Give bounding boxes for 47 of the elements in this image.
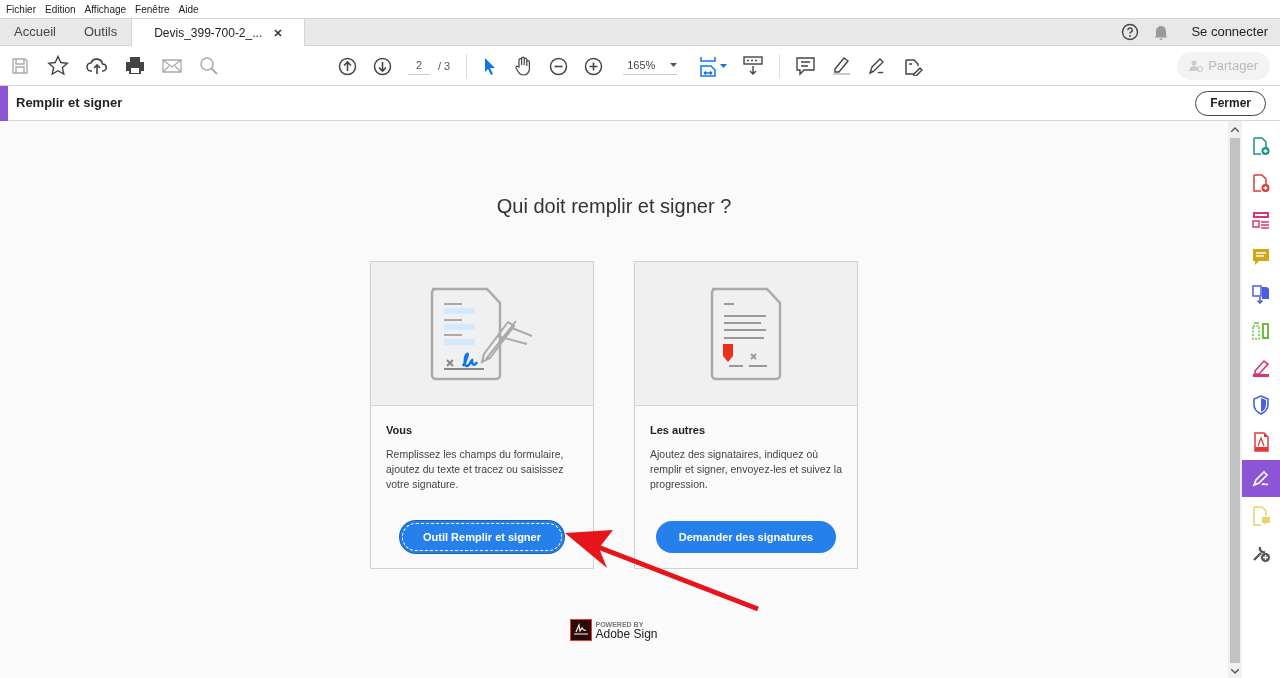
menu-item[interactable]: Fichier <box>6 1 36 17</box>
document-edit-icon[interactable] <box>903 56 924 76</box>
tab[interactable]: Devis_399-700-2_... <box>131 19 306 46</box>
keyboard-download-icon[interactable] <box>743 56 764 76</box>
zoom-in-icon[interactable] <box>584 56 604 76</box>
card-description: Ajoutez des signataires, indiquez où remplir et signer, envoyez-les et suivez la progression. <box>650 446 842 492</box>
action-button[interactable]: Outil Remplir et signer <box>400 520 564 553</box>
caret-icon <box>720 64 728 68</box>
card-title: Les autres <box>650 423 707 438</box>
card-title: Vous <box>386 423 414 438</box>
adobe-sign-logo-icon <box>570 619 593 641</box>
comment-icon[interactable] <box>796 56 816 76</box>
page-total: / 3 <box>438 58 451 74</box>
page-number-field[interactable]: 2 <box>408 57 430 75</box>
menu-item[interactable]: Fenêtre <box>135 1 170 17</box>
menu-item[interactable]: Edition <box>45 1 76 17</box>
brand-name: Adobe Sign <box>595 627 658 640</box>
heading: Qui doit remplir et signer ? <box>496 194 732 219</box>
accent-bar <box>0 85 8 121</box>
scrollbar[interactable] <box>1228 121 1242 678</box>
highlighter-icon[interactable] <box>831 56 852 76</box>
menu-item[interactable]: Aide <box>178 1 199 17</box>
user-icon <box>1189 59 1204 72</box>
arrow-up-circle-icon[interactable] <box>338 56 357 76</box>
tab[interactable]: Outils <box>69 19 132 45</box>
tool-item[interactable] <box>1242 460 1280 497</box>
star-icon[interactable] <box>47 55 69 76</box>
caret-icon <box>670 63 678 67</box>
print-icon[interactable] <box>125 56 145 75</box>
action-button[interactable]: Demander des signatures <box>655 520 837 553</box>
menu-item[interactable]: Affichage <box>84 1 127 17</box>
tab[interactable]: Accueil <box>0 19 70 45</box>
scroll-down-icon[interactable] <box>1231 669 1239 674</box>
sign-in-button[interactable]: Se connecter <box>1183 22 1268 42</box>
tab-label: Devis_399-700-2_... <box>154 24 263 42</box>
zoom-out-icon[interactable] <box>549 56 569 76</box>
close-icon[interactable] <box>274 28 283 37</box>
fit-page-icon <box>699 55 718 77</box>
arrow-down-circle-icon[interactable] <box>373 56 392 76</box>
fit-page-dropdown[interactable] <box>699 55 728 77</box>
card-description: Remplissez les champs du formulaire, ajoutez du texte et tracez ou saisissez votre signature. <box>386 446 565 492</box>
panel-title: Remplir et signer <box>16 94 123 113</box>
zoom-dropdown[interactable]: 165% <box>623 56 678 76</box>
scroll-up-icon[interactable] <box>1231 127 1239 132</box>
help-icon[interactable] <box>1121 23 1140 41</box>
cloud-upload-icon[interactable] <box>86 55 108 76</box>
pointer-icon[interactable] <box>483 56 498 76</box>
